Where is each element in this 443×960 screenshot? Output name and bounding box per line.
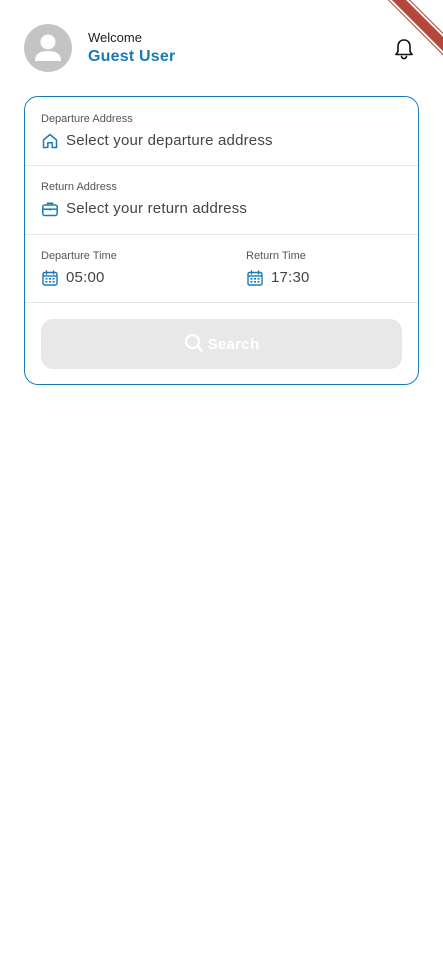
divider: [25, 234, 418, 235]
departure-address-label: Departure Address: [41, 113, 133, 125]
search-form-card: Departure Address Select your departure …: [24, 96, 419, 385]
briefcase-icon: [41, 200, 59, 218]
search-button[interactable]: Search: [41, 319, 402, 369]
calendar-icon: [246, 269, 264, 287]
divider: [25, 302, 418, 303]
calendar-icon: [41, 269, 59, 287]
return-time-label: Return Time: [246, 250, 306, 262]
user-name: Guest User: [88, 47, 176, 65]
return-time-field[interactable]: Return Time 17:30: [230, 249, 410, 287]
departure-time-field[interactable]: Departure Time 05:00: [25, 249, 225, 287]
return-address-input[interactable]: Select your return address: [66, 200, 247, 218]
return-address-label: Return Address: [41, 181, 117, 193]
welcome-block: Welcome Guest User: [88, 30, 175, 67]
departure-address-input[interactable]: Select your departure address: [66, 132, 273, 150]
avatar[interactable]: [24, 24, 72, 72]
divider: [25, 165, 418, 166]
search-icon: [184, 333, 204, 356]
departure-time-label: Departure Time: [41, 250, 117, 262]
departure-time-value[interactable]: 05:00: [66, 269, 105, 287]
return-address-field[interactable]: Return Address Select your return addres…: [25, 180, 418, 218]
return-time-value[interactable]: 17:30: [271, 269, 310, 287]
person-icon: [35, 34, 61, 61]
header: Welcome Guest User: [24, 24, 419, 72]
home-icon: [41, 132, 59, 150]
departure-address-field[interactable]: Departure Address Select your departure …: [25, 112, 418, 150]
welcome-text: Welcome: [88, 29, 142, 45]
search-button-label: Search: [207, 335, 260, 353]
notification-bell-icon[interactable]: [393, 37, 415, 61]
